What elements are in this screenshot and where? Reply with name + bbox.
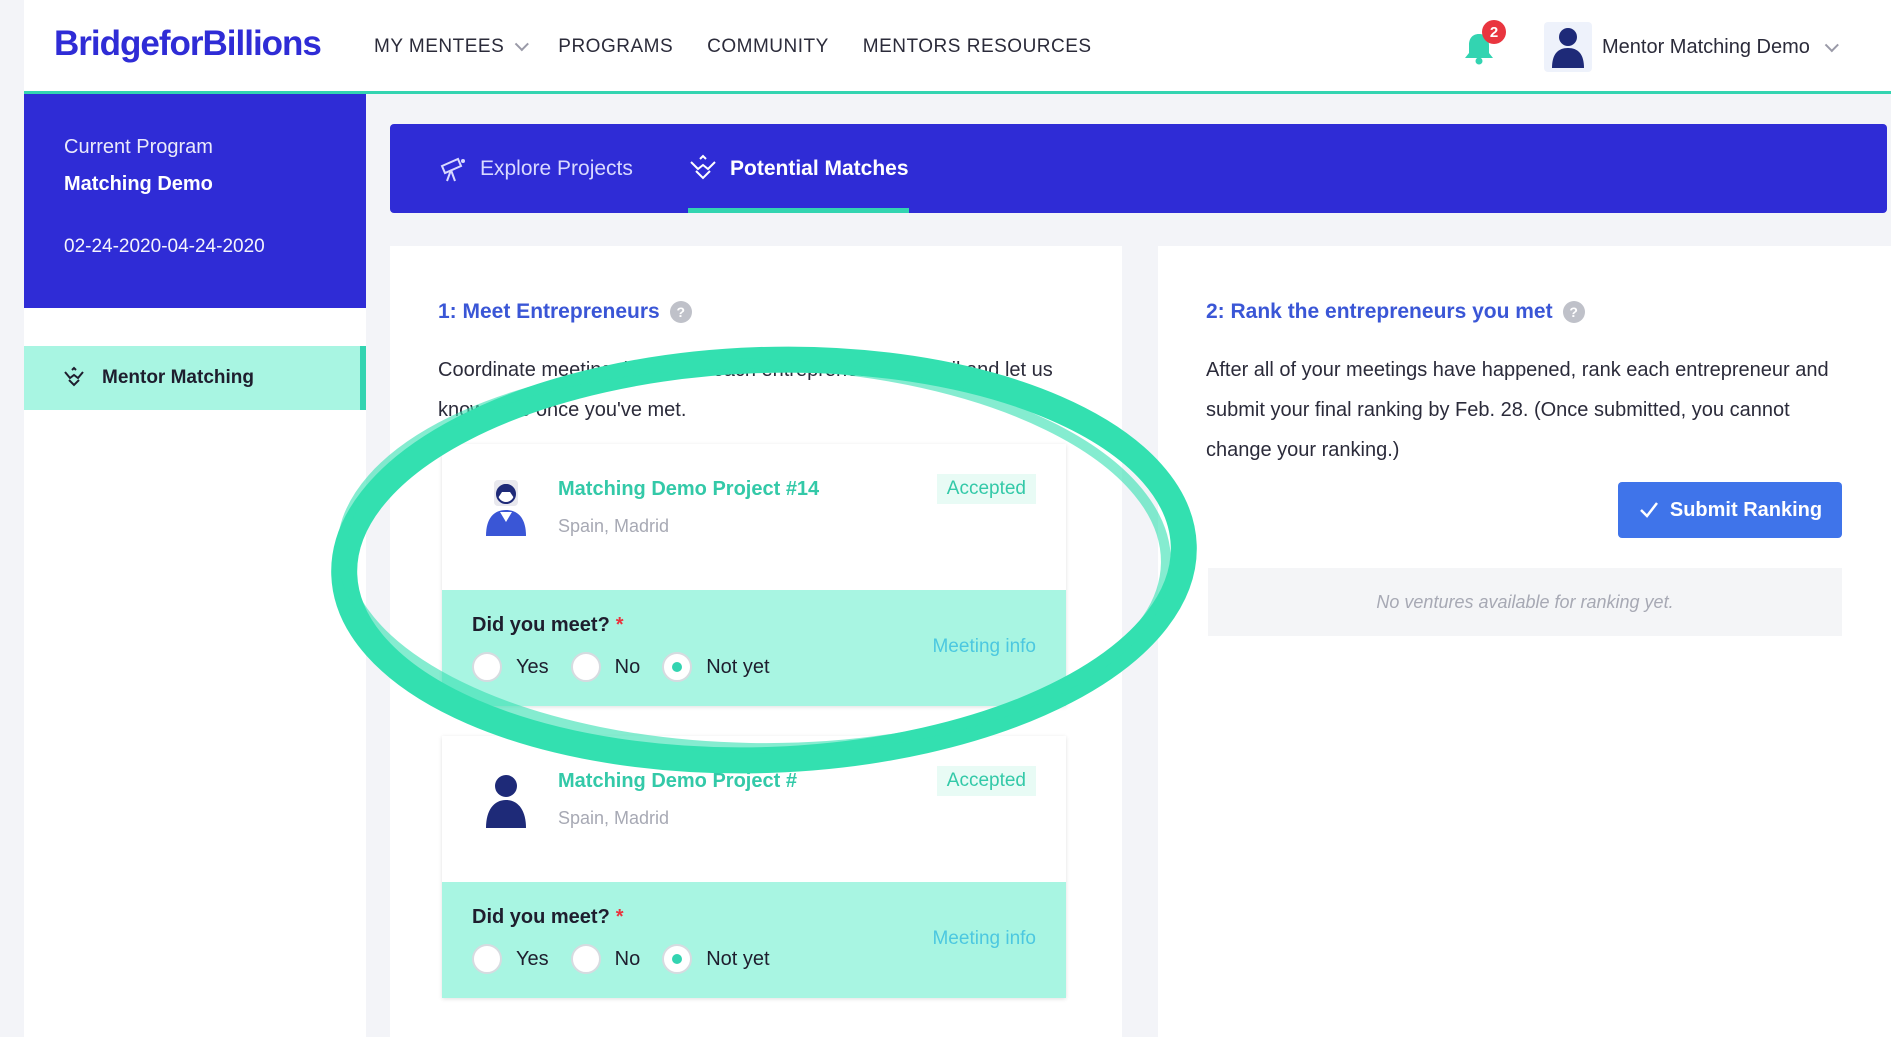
help-icon[interactable]: ?: [1562, 301, 1585, 323]
user-avatar-icon[interactable]: [1544, 22, 1592, 72]
user-name-label: Mentor Matching Demo: [1602, 36, 1810, 58]
meet-question-label: Did you meet?: [472, 614, 610, 636]
empty-ranking-message: No ventures available for ranking yet.: [1208, 568, 1842, 636]
current-program-box: Current Program Matching Demo 02-24-2020…: [24, 94, 366, 308]
submit-ranking-label: Submit Ranking: [1669, 498, 1823, 521]
nav-mentors-resources[interactable]: MENTORS RESOURCES: [863, 36, 1092, 58]
radio-not-yet-label: Not yet: [706, 655, 770, 678]
meeting-status-section: Did you meet? * Yes No Not yet Meeting in…: [442, 590, 1066, 706]
radio-yes[interactable]: [472, 944, 502, 974]
project-title[interactable]: Matching Demo Project #14: [558, 478, 819, 501]
radio-not-yet[interactable]: [662, 652, 693, 682]
entrepreneur-avatar-icon: [486, 480, 526, 536]
section-title-meet: 1: Meet Entrepreneurs ?: [438, 300, 692, 324]
handshake-icon: [690, 154, 716, 179]
notification-badge: 2: [1482, 20, 1506, 44]
required-mark: *: [615, 614, 624, 636]
tab-explore-projects[interactable]: Explore Projects: [438, 124, 633, 213]
nav-my-mentees-label: MY MENTEES: [374, 36, 505, 57]
radio-option-yes[interactable]: Yes: [472, 652, 549, 682]
entrepreneur-avatar-icon: [486, 775, 526, 828]
tab-bar: Explore Projects Potential Matches: [390, 124, 1887, 213]
help-icon[interactable]: ?: [669, 301, 692, 323]
radio-option-not-yet[interactable]: Not yet: [662, 944, 770, 974]
brand-logo[interactable]: BridgeforBillions: [54, 24, 322, 64]
checkmark-icon: [1639, 502, 1658, 518]
radio-yes[interactable]: [472, 652, 502, 682]
status-badge: Accepted: [936, 766, 1036, 796]
section-title-rank-label: 2: Rank the entrepreneurs you met: [1206, 300, 1553, 323]
radio-yes-label: Yes: [516, 655, 549, 678]
nav-programs-label: PROGRAMS: [558, 36, 674, 57]
radio-yes-label: Yes: [516, 947, 549, 970]
tab-explore-projects-label: Explore Projects: [480, 156, 633, 180]
nav-programs[interactable]: PROGRAMS: [558, 36, 673, 58]
radio-no-label: No: [614, 655, 641, 678]
meeting-status-section: Did you meet? * Yes No Not yet Meeting in…: [442, 882, 1066, 998]
project-card: Matching Demo Project #14 Spain, Madrid …: [442, 444, 1066, 706]
section-title-rank: 2: Rank the entrepreneurs you met ?: [1206, 300, 1585, 324]
meet-radio-group: Yes No Not yet: [472, 652, 770, 682]
meet-question: Did you meet? *: [472, 614, 624, 637]
project-card: Matching Demo Project # Spain, Madrid Ac…: [442, 736, 1066, 998]
chevron-down-icon: [1824, 37, 1839, 52]
radio-no[interactable]: [570, 944, 601, 974]
project-title[interactable]: Matching Demo Project #: [558, 770, 797, 793]
meet-question: Did you meet? *: [472, 906, 624, 929]
nav-my-mentees[interactable]: MY MENTEES: [374, 36, 530, 58]
radio-not-yet[interactable]: [662, 944, 693, 974]
radio-not-yet-label: Not yet: [706, 947, 770, 970]
meet-description: Coordinate meeting times with each entre…: [438, 359, 1053, 421]
project-location: Spain, Madrid: [558, 516, 670, 536]
project-card-header: Matching Demo Project #14 Spain, Madrid …: [442, 444, 1066, 590]
program-label: Current Program: [64, 136, 213, 158]
meet-question-label: Did you meet?: [472, 906, 610, 928]
user-menu[interactable]: Mentor Matching Demo: [1602, 36, 1839, 59]
status-badge: Accepted: [936, 474, 1036, 504]
meet-radio-group: Yes No Not yet: [472, 944, 770, 974]
project-card-header: Matching Demo Project # Spain, Madrid Ac…: [442, 736, 1066, 882]
radio-option-no[interactable]: No: [570, 652, 641, 682]
radio-no-label: No: [614, 947, 641, 970]
sidebar: Current Program Matching Demo 02-24-2020…: [24, 94, 366, 1037]
tab-potential-matches-label: Potential Matches: [730, 156, 909, 180]
radio-no[interactable]: [570, 652, 601, 682]
handshake-icon: [64, 366, 84, 387]
nav-mentors-resources-label: MENTORS RESOURCES: [862, 36, 1092, 57]
chevron-down-icon: [515, 37, 530, 52]
nav-community[interactable]: COMMUNITY: [707, 36, 829, 58]
top-navbar: BridgeforBillions MY MENTEES PROGRAMS CO…: [24, 0, 1891, 94]
radio-option-yes[interactable]: Yes: [472, 944, 549, 974]
meet-entrepreneurs-panel: 1: Meet Entrepreneurs ? Coordinate meeti…: [390, 246, 1122, 1037]
radio-option-no[interactable]: No: [570, 944, 641, 974]
sidebar-item-mentor-matching[interactable]: Mentor Matching: [24, 346, 366, 410]
project-location: Spain, Madrid: [558, 808, 670, 828]
required-mark: *: [615, 906, 624, 928]
rank-entrepreneurs-panel: 2: Rank the entrepreneurs you met ? Afte…: [1158, 246, 1891, 1037]
meeting-info-link[interactable]: Meeting info: [932, 928, 1036, 950]
sidebar-item-label: Mentor Matching: [102, 367, 254, 388]
submit-ranking-button[interactable]: Submit Ranking: [1618, 482, 1842, 538]
meeting-info-link[interactable]: Meeting info: [932, 636, 1036, 658]
tab-potential-matches[interactable]: Potential Matches: [688, 124, 909, 213]
program-name: Matching Demo: [64, 173, 213, 195]
telescope-icon: [440, 157, 465, 181]
section-title-meet-label: 1: Meet Entrepreneurs: [438, 300, 660, 323]
nav-community-label: COMMUNITY: [707, 36, 829, 57]
rank-description: After all of your meetings have happened…: [1206, 359, 1829, 461]
main-nav: MY MENTEES PROGRAMS COMMUNITY MENTORS RE…: [374, 36, 1092, 58]
program-dates: 02-24-2020-04-24-2020: [64, 236, 265, 257]
radio-option-not-yet[interactable]: Not yet: [662, 652, 770, 682]
